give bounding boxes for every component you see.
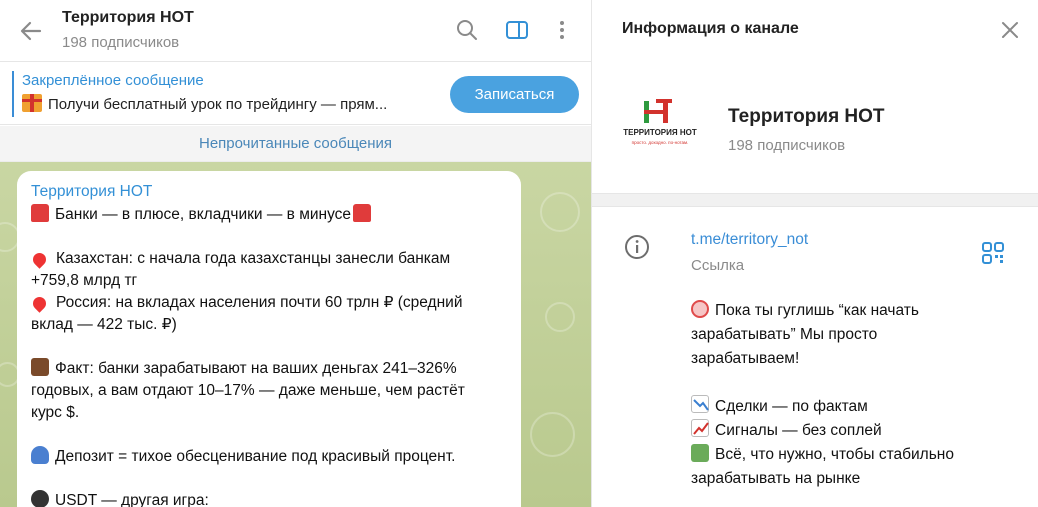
message-text: вклад — 422 тыс. ₽): [31, 316, 177, 333]
chat-title[interactable]: Территория НОТ: [62, 9, 194, 27]
briefcase-icon: [31, 358, 49, 376]
siren-icon: [31, 204, 49, 222]
message-text: годовых, а вам отдают 10–17% — даже мень…: [31, 382, 465, 399]
gift-icon: [22, 94, 42, 112]
message-line: +759,8 млрд тг: [31, 270, 507, 292]
pinned-text: Получи бесплатный урок по трейдингу — пр…: [48, 96, 388, 113]
channel-description: Пока ты гуглишь “как начать зарабатывать…: [691, 299, 1021, 491]
message-line: Депозит = тихое обесценивание под красив…: [31, 446, 507, 468]
channel-logo: ТЕРРИТОРИЯ НОТ просто. доходно. по-нотам…: [623, 99, 697, 145]
chat-header: Территория НОТ 198 подписчиков: [0, 0, 591, 62]
money-wings-icon: [691, 444, 709, 462]
description-text: Пока ты гуглишь “как начать: [715, 302, 919, 319]
channel-subscribers: 198 подписчиков: [728, 137, 846, 154]
chart-increasing-icon: [691, 419, 709, 437]
search-icon[interactable]: [455, 18, 479, 42]
message-text: Депозит = тихое обесценивание под красив…: [55, 448, 456, 465]
description-text: Всё, что нужно, чтобы стабильно: [715, 446, 954, 463]
description-text: Сделки — по фактам: [715, 398, 868, 415]
message-text: Факт: банки зарабатывают на ваших деньга…: [55, 360, 457, 377]
join-button[interactable]: Записаться: [450, 76, 579, 113]
description-text: зарабатываем!: [691, 350, 800, 367]
arrow-left-icon[interactable]: [18, 18, 44, 44]
message-text: +759,8 млрд тг: [31, 272, 138, 289]
clown-icon: [691, 300, 709, 318]
chat-pane: Территория НОТ 198 подписчиков Закреплён…: [0, 0, 591, 507]
message-line: Факт: банки зарабатывают на ваших деньга…: [31, 358, 507, 380]
info-title: Информация о канале: [622, 20, 799, 37]
channel-link-label: Ссылка: [691, 257, 745, 274]
pin-icon: [30, 250, 49, 269]
pinned-indicator: [12, 71, 14, 117]
pinned-title: Закреплённое сообщение: [22, 72, 204, 89]
message-text: USDT — другая игра:: [55, 492, 209, 507]
pinned-text-row: Получи бесплатный урок по трейдингу — пр…: [22, 94, 434, 113]
qr-code-icon[interactable]: [982, 242, 1004, 264]
description-text: зарабатывать на рынке: [691, 470, 861, 487]
message-text: курс $.: [31, 404, 80, 421]
message-line: годовых, а вам отдают 10–17% — даже мень…: [31, 380, 507, 402]
svg-text:просто. доходно. по-нотам.: просто. доходно. по-нотам.: [632, 140, 689, 145]
siren-icon: [353, 204, 372, 222]
chart-decreasing-icon: [691, 395, 709, 413]
channel-name: Территория НОТ: [728, 106, 885, 127]
bomb-icon: [31, 490, 49, 507]
section-divider: [592, 193, 1038, 207]
info-icon: [625, 235, 649, 259]
channel-link[interactable]: t.me/territory_not: [691, 231, 808, 249]
message-line: Казахстан: с начала года казахстанцы зан…: [30, 248, 507, 270]
chat-subscribers: 198 подписчиков: [62, 34, 180, 51]
message-line: Банки — в плюсе, вкладчики — в минусе: [31, 204, 507, 226]
message-text: Россия: на вкладах населения почти 60 тр…: [56, 294, 463, 311]
message-text: Казахстан: с начала года казахстанцы зан…: [56, 250, 451, 267]
svg-text:ТЕРРИТОРИЯ НОТ: ТЕРРИТОРИЯ НОТ: [623, 128, 697, 137]
more-vertical-icon[interactable]: [550, 18, 574, 42]
close-icon[interactable]: [998, 18, 1022, 42]
person-shrug-icon: [31, 446, 49, 464]
message-line: вклад — 422 тыс. ₽): [31, 314, 507, 336]
description-text: Сигналы — без соплей: [715, 422, 882, 439]
message-line: Россия: на вкладах населения почти 60 тр…: [30, 292, 507, 314]
message-line: курс $.: [31, 402, 507, 424]
message-text: Банки — в плюсе, вкладчики — в минусе: [55, 206, 352, 223]
pin-icon: [30, 294, 49, 313]
unread-divider: Непрочитанные сообщения: [0, 126, 591, 162]
message-author[interactable]: Территория НОТ: [31, 181, 507, 203]
sidebar-toggle-icon[interactable]: [505, 18, 529, 42]
description-text: зарабатывать” Мы просто: [691, 326, 878, 343]
channel-info-pane: Информация о канале ТЕРРИТОРИЯ НОТ прост…: [591, 0, 1038, 507]
message-bubble[interactable]: Территория НОТ Банки — в плюсе, вкладчик…: [17, 171, 521, 507]
message-line: USDT — другая игра:: [31, 490, 507, 507]
